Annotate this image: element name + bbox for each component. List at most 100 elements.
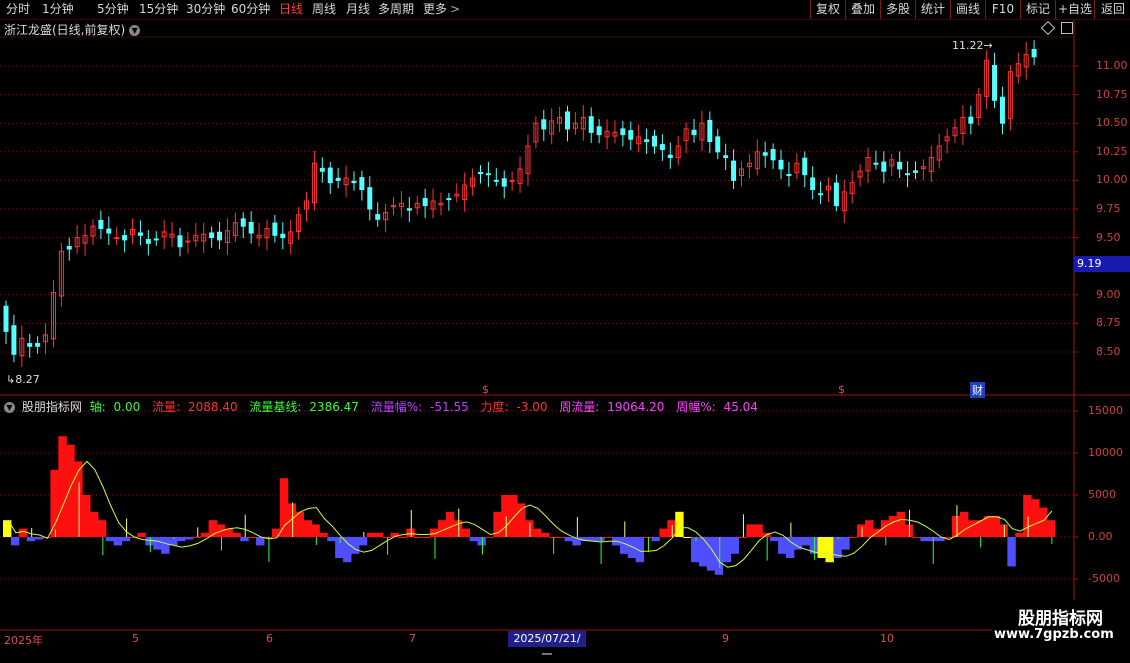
candle-body <box>881 161 887 172</box>
candle-body <box>137 232 143 236</box>
candle-body <box>778 159 784 170</box>
flow-bar <box>698 537 708 567</box>
watermark-url: www.7gpzb.com <box>994 627 1114 642</box>
baseline-readout: 流量基线: 2386.47 <box>249 400 363 414</box>
candle-body <box>240 218 246 227</box>
flow-bar <box>691 537 700 563</box>
candle-body <box>731 160 737 181</box>
flow-bar <box>279 478 289 537</box>
flow-bar <box>176 537 186 542</box>
indicator-tick-label: 15000 <box>1088 404 1123 417</box>
flow-bar <box>105 537 115 542</box>
flow-bar <box>746 524 755 537</box>
flow-bar <box>248 537 257 538</box>
date-label: 6 <box>266 632 273 645</box>
candle-body <box>818 193 824 196</box>
flow-bar <box>256 537 265 546</box>
flow-bar <box>469 537 479 542</box>
flow-bar <box>335 537 344 558</box>
dividend-marker[interactable]: $ <box>482 383 489 396</box>
candle-body <box>248 221 254 234</box>
flow-bar <box>445 511 455 537</box>
flow-bar <box>58 436 67 537</box>
candle-body <box>106 228 112 234</box>
flow-bar <box>1031 499 1040 537</box>
price-tick-label: 10.00 <box>1096 173 1128 187</box>
date-label: 9 <box>722 632 729 645</box>
candle-body <box>209 232 215 239</box>
baseline-label: 流量基线: <box>249 400 302 414</box>
flow-bar <box>240 537 249 542</box>
candle-body <box>786 174 792 177</box>
flow-bar <box>1046 520 1056 537</box>
flow-bar <box>121 537 131 542</box>
candle-body <box>327 167 333 184</box>
candle-body <box>367 187 373 210</box>
flow-bar <box>841 537 850 550</box>
flow-pct-readout: 流量幅%: -51.55 <box>371 400 473 414</box>
flow-bar <box>604 537 613 538</box>
flow-bar <box>382 537 392 538</box>
axis-value: 0.00 <box>113 400 141 414</box>
price-tick-label: 9.50 <box>1096 230 1121 244</box>
dividend-marker[interactable]: $ <box>838 383 845 396</box>
candle-body <box>446 198 452 201</box>
flow-bar <box>366 532 376 537</box>
flow-bar <box>619 537 629 554</box>
flow-bar <box>959 511 969 537</box>
candle-body <box>873 162 879 165</box>
flow-bar <box>730 537 739 554</box>
price-tick-label: 10.25 <box>1096 144 1128 158</box>
flow-bar <box>18 528 28 537</box>
flow-bar <box>113 537 123 546</box>
flow-bar <box>161 537 170 554</box>
flow-label: 流量: <box>152 400 181 414</box>
flow-bar <box>343 537 352 563</box>
flow-bar <box>754 524 763 537</box>
candle-body <box>620 128 626 136</box>
flow-bar <box>722 537 732 563</box>
candle-body <box>177 235 183 248</box>
price-tick-label: 8.50 <box>1096 345 1121 358</box>
current-price-badge: 9.19 <box>1074 256 1130 272</box>
flow-bar <box>192 537 202 538</box>
price-tick-label: 11.00 <box>1096 59 1128 72</box>
chevron-down-icon[interactable]: ▼ <box>4 402 15 413</box>
flow-bar <box>501 495 510 537</box>
flow-pct-label: 流量幅%: <box>370 400 423 414</box>
candle-body <box>359 177 365 191</box>
flow-bar <box>319 532 328 537</box>
flow-bar <box>817 537 826 558</box>
grid <box>0 65 1074 580</box>
high-price-label: 11.22→ <box>952 39 993 52</box>
flow-bar <box>904 524 913 537</box>
flow-bar <box>556 537 565 538</box>
flow-bar <box>888 516 898 537</box>
indicator-tick-label: 5000 <box>1088 488 1116 501</box>
flow-bar <box>327 537 336 542</box>
flow-bar <box>738 537 747 538</box>
indicator-name: 股朋指标网 <box>21 400 82 414</box>
flow-bar <box>857 524 866 537</box>
flow-bar <box>437 520 447 537</box>
price-tick-label: 9.75 <box>1096 202 1121 215</box>
candle-body <box>992 64 998 101</box>
week-flow-value: 19064.20 <box>607 400 665 414</box>
low-price-value: 8.27 <box>15 373 40 386</box>
candle-body <box>802 157 808 176</box>
flow-bar <box>801 537 811 546</box>
price-tick-label: 10.75 <box>1096 87 1128 101</box>
flow-bar <box>928 537 937 542</box>
candle-body <box>375 214 381 220</box>
candle-body <box>770 149 776 161</box>
flow-bar <box>10 537 20 546</box>
candle-body <box>707 119 713 143</box>
finance-marker[interactable]: 财 <box>970 382 985 398</box>
watermark-title: 股朋指标网 <box>1018 609 1103 629</box>
indicator-tick-label: -5000 <box>1088 572 1120 585</box>
flow-bar <box>564 537 573 542</box>
candle-body <box>715 136 721 153</box>
flow-bar <box>50 469 59 537</box>
kline-chart[interactable] <box>0 0 1130 650</box>
candle-body <box>335 177 341 181</box>
